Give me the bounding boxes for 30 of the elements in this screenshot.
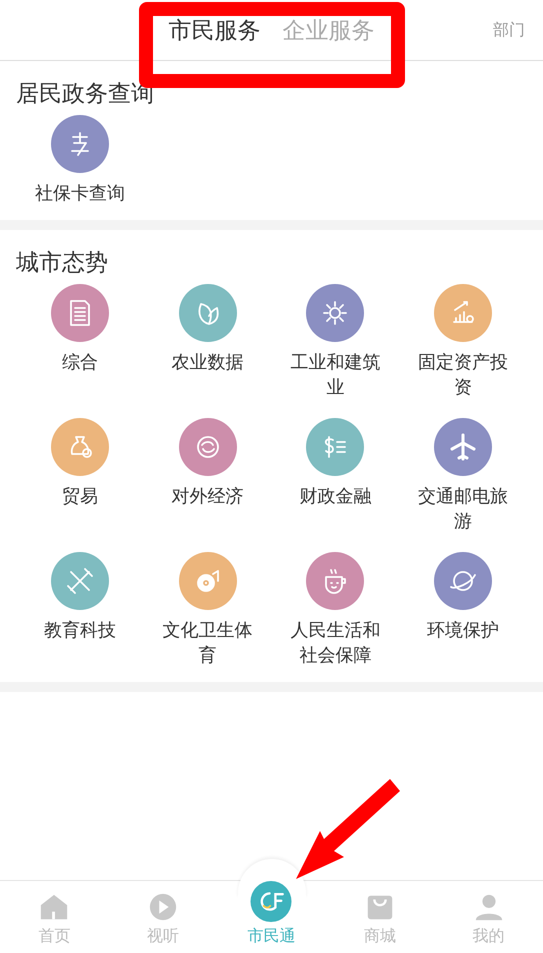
category-label[interactable]: 农业数据 — [158, 350, 258, 400]
gear-icon[interactable] — [306, 284, 364, 342]
category-label[interactable]: 工业和建筑业 — [285, 350, 386, 400]
airplane-icon[interactable] — [434, 418, 492, 476]
category-label[interactable]: 文化卫生体育 — [158, 618, 258, 668]
home-icon — [39, 892, 70, 922]
service-tab[interactable]: 市民服务 — [168, 17, 260, 45]
section-title: 城市态势 — [16, 249, 109, 278]
chart-icon[interactable] — [434, 284, 492, 342]
planet-icon[interactable] — [434, 552, 492, 610]
category-label[interactable]: 固定资产投资 — [413, 350, 514, 400]
category-label[interactable]: 社保卡查询 — [30, 181, 130, 206]
user-icon — [474, 892, 504, 922]
dollar-icon[interactable] — [306, 418, 364, 476]
category-label[interactable]: 交通邮电旅游 — [413, 484, 514, 534]
play-icon — [148, 892, 178, 922]
pencil-ruler-icon[interactable] — [50, 552, 109, 610]
money-bag-icon[interactable] — [50, 418, 109, 476]
document-icon[interactable] — [50, 284, 109, 342]
category-label[interactable]: 财政金融 — [285, 484, 386, 534]
cup-icon[interactable] — [306, 552, 364, 610]
category-label[interactable]: 人民生活和社会保障 — [285, 618, 386, 668]
category-label[interactable]: 教育科技 — [30, 618, 130, 668]
category-label[interactable]: 贸易 — [30, 484, 130, 534]
category-label[interactable]: 综合 — [30, 350, 130, 400]
music-disc-icon[interactable] — [178, 552, 237, 610]
category-label[interactable]: 环境保护 — [413, 618, 514, 668]
globe-icon[interactable] — [178, 418, 237, 476]
leaf-icon[interactable] — [178, 284, 237, 342]
category-label[interactable]: 对外经济 — [158, 484, 258, 534]
